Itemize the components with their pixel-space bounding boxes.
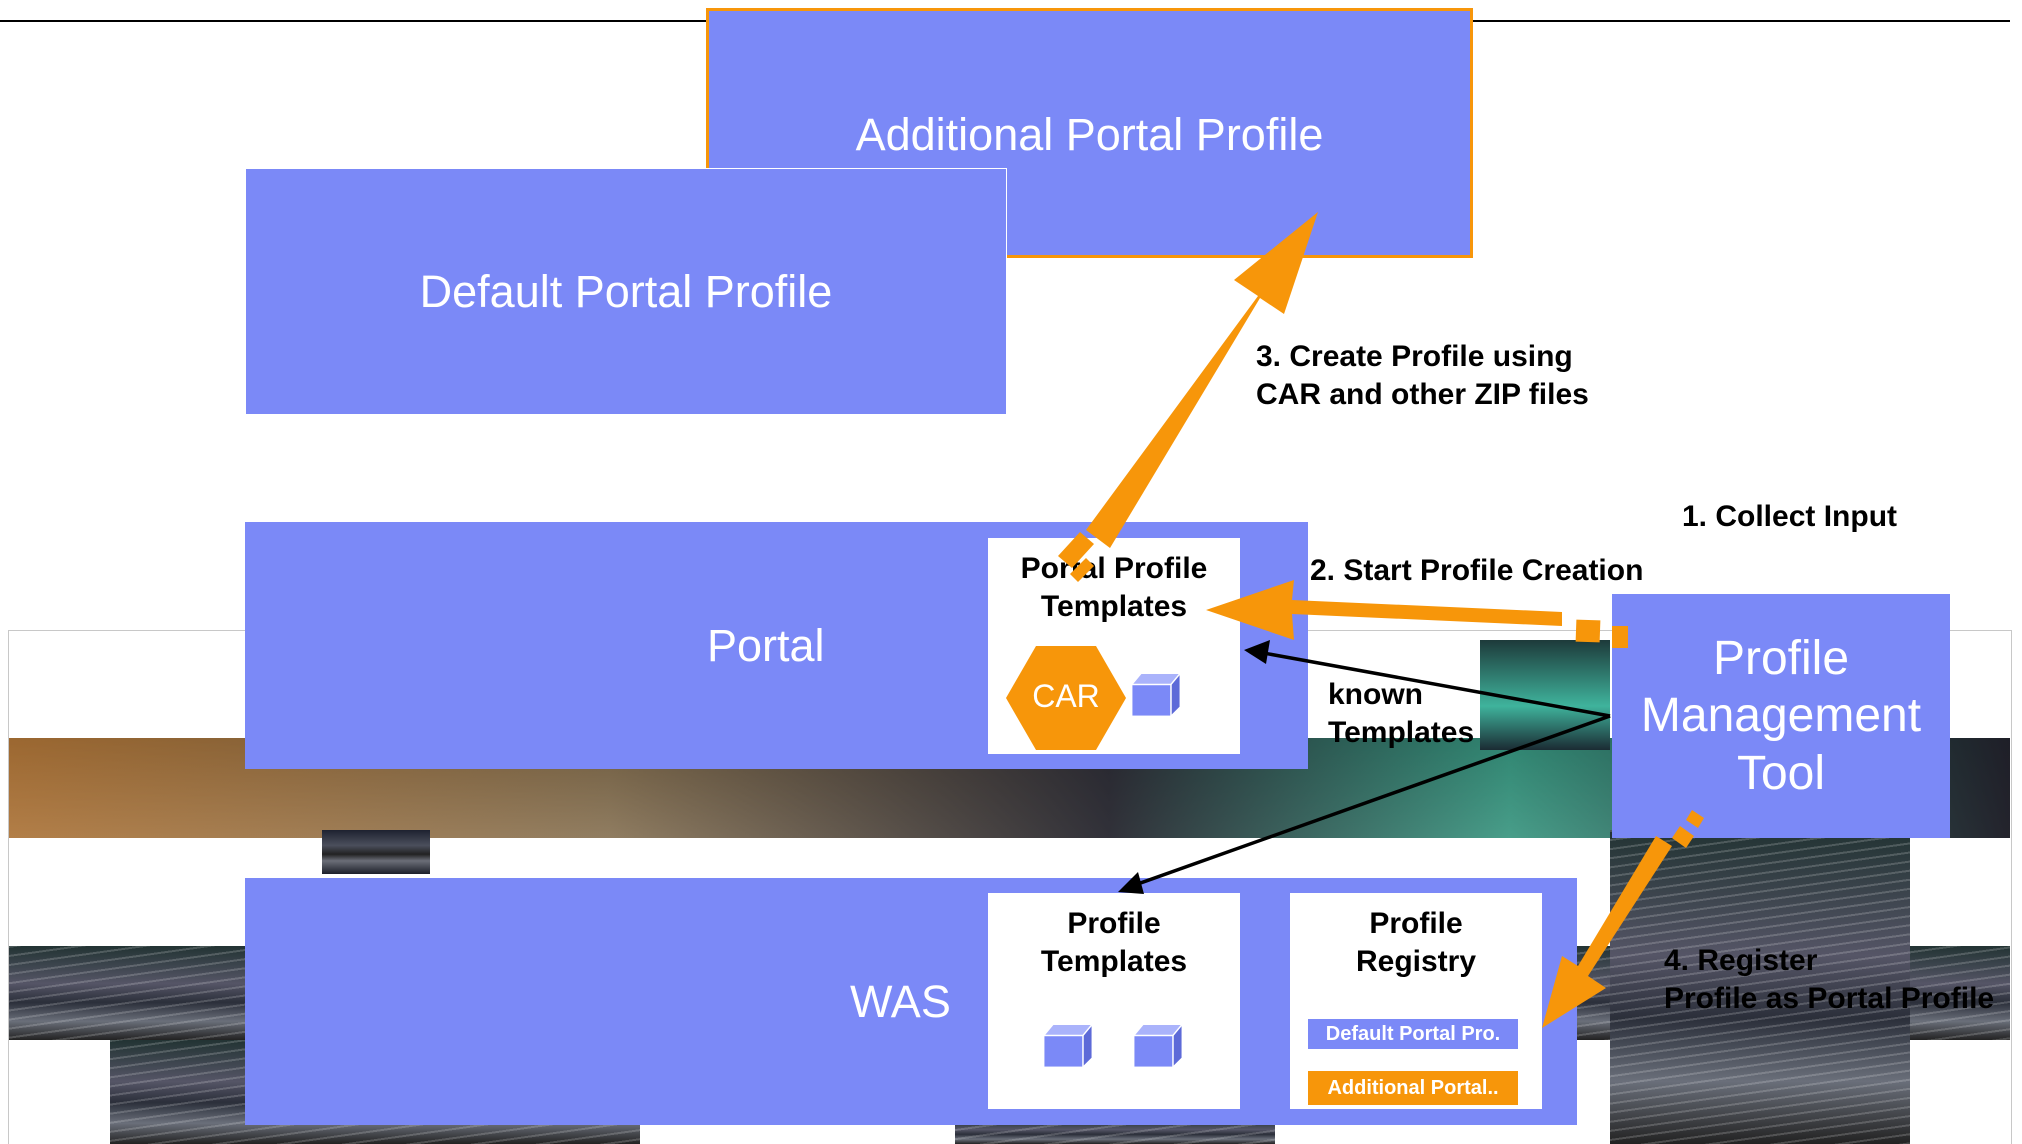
step4-label-line1: 4. Register (1664, 944, 1818, 977)
was-label: WAS (850, 975, 951, 1027)
profile-management-tool-box: Profile Management Tool (1612, 594, 1950, 838)
step2-label: 2. Start Profile Creation (1310, 554, 1644, 587)
car-label: CAR (1032, 678, 1100, 714)
default-portal-profile-box: Default Portal Profile (245, 168, 1007, 415)
template-cube-icon (1132, 1022, 1184, 1069)
known-templates-label: known Templates (1328, 676, 1474, 752)
template-cube-icon (1042, 1022, 1094, 1069)
step4-label-line2: Profile as Portal Profile (1664, 982, 1995, 1015)
portal-profile-templates-title: Portal Profile Templates (1020, 552, 1208, 623)
step4-label: 4. Register Profile as Portal Profile (1664, 942, 1994, 1018)
step3-label: 3. Create Profile using CAR and other ZI… (1256, 338, 1589, 414)
step1-label: 1. Collect Input (1682, 500, 1898, 533)
additional-portal-profile-label: Additional Portal Profile (855, 109, 1324, 160)
known-templates-line2: Templates (1328, 716, 1475, 749)
profile-registry-panel: Profile Registry Default Portal Pro. Add… (1290, 893, 1542, 1109)
portal-profile-templates-panel: Portal Profile Templates CAR (988, 538, 1240, 754)
was-profile-templates-panel: Profile Templates (988, 893, 1240, 1109)
default-portal-profile-label: Default Portal Profile (419, 265, 833, 317)
step3-label-line2: CAR and other ZIP files (1256, 378, 1589, 411)
registry-entry-additional: Additional Portal.. (1308, 1071, 1518, 1105)
step3-label-line1: 3. Create Profile using (1256, 340, 1573, 373)
portal-label: Portal (707, 619, 825, 671)
was-profile-templates-title: Profile Templates (1040, 907, 1188, 978)
template-cube-icon (1130, 671, 1182, 718)
profile-management-tool-label: Profile Management Tool (1640, 631, 1922, 800)
profile-registry-title: Profile Registry (1355, 907, 1477, 978)
registry-entry-default: Default Portal Pro. (1308, 1019, 1518, 1049)
known-templates-line1: known (1328, 678, 1423, 711)
